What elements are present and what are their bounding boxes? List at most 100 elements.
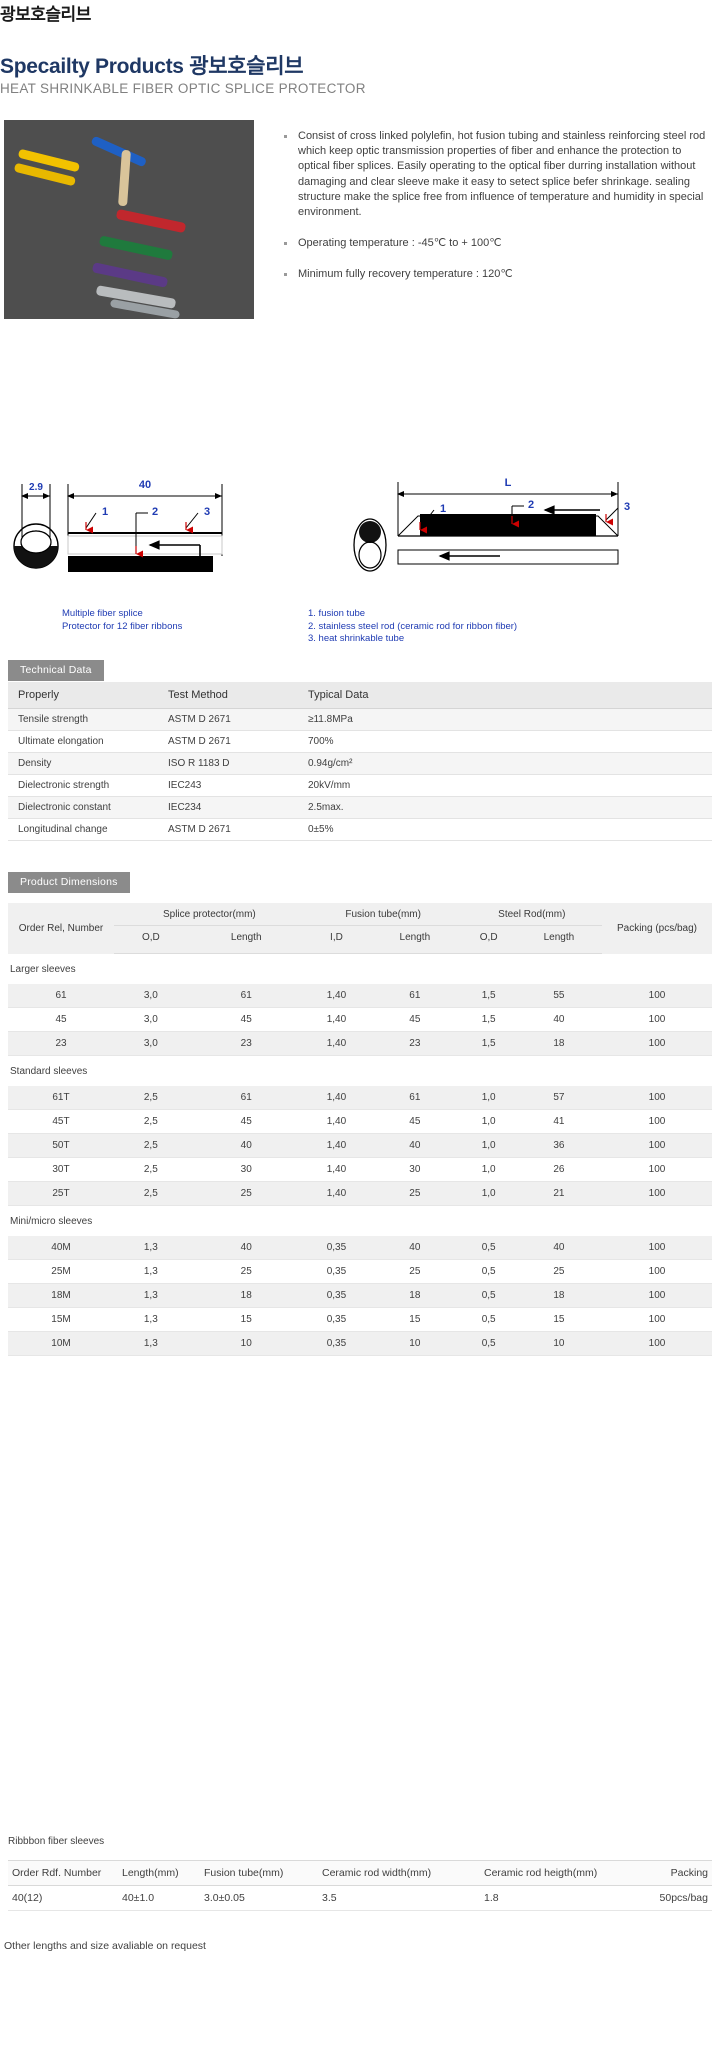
cell-property: Dielectronic strength: [18, 780, 110, 791]
cell-packing: 100: [602, 1007, 712, 1032]
cell-splice-length: 45: [187, 1109, 305, 1134]
group-header-row: Mini/micro sleeves: [8, 1205, 712, 1236]
column-header-steel-od: O,D: [461, 925, 516, 954]
table-row: 40(12) 40±1.0 3.0±0.05 3.5 1.8 50pcs/bag: [8, 1885, 712, 1911]
cell-fusion-length: 45: [368, 1109, 462, 1134]
cell-packing: 100: [602, 984, 712, 1008]
ribbon-sleeves-label: Ribbbon fiber sleeves: [8, 1836, 105, 1847]
list-item: Operating temperature : -45℃ to + 100℃: [282, 236, 712, 251]
cell-splice-length: 40: [187, 1133, 305, 1158]
ribbon-table-body: 40(12) 40±1.0 3.0±0.05 3.5 1.8 50pcs/bag: [8, 1885, 712, 1911]
cell-fusion-length: 30: [368, 1157, 462, 1182]
cell-splice-od: 2,5: [114, 1086, 188, 1110]
cell-typical-data: 0.94g/cm²: [308, 758, 353, 769]
cell-packing: 100: [602, 1307, 712, 1332]
cell-splice-length: 25: [187, 1181, 305, 1206]
cell-order-ref: 10M: [8, 1331, 114, 1356]
cell-splice-length: 15: [187, 1307, 305, 1332]
cell-order-ref: 50T: [8, 1133, 114, 1158]
cell-property: Tensile strength: [18, 714, 89, 725]
cell-steel-od: 0,5: [461, 1236, 516, 1260]
table-row: 10M 1,3 10 0,35 10 0,5 10 100: [8, 1331, 712, 1356]
ribbon-fiber-sleeves-table: Order Rdf. Number Length(mm) Fusion tube…: [8, 1860, 712, 1911]
cell-splice-od: 1,3: [114, 1283, 188, 1308]
cell-fusion-id: 1,40: [304, 1133, 369, 1158]
cell-steel-od: 1,0: [461, 1181, 516, 1206]
cell-order-ref: 45T: [8, 1109, 114, 1134]
cell-test-method: IEC234: [168, 802, 202, 813]
cell-test-method: ASTM D 2671: [168, 714, 231, 725]
cell-fusion-id: 1,40: [304, 1109, 369, 1134]
table-row: 45T 2,5 45 1,40 45 1,0 41 100: [8, 1109, 712, 1134]
cell-splice-length: 25: [187, 1259, 305, 1284]
cell-order-ref: 30T: [8, 1157, 114, 1182]
callout-1: 1: [440, 503, 446, 515]
column-header-order-rdf: Order Rdf. Number: [8, 1860, 118, 1886]
ribbon-table-wrap: Order Rdf. Number Length(mm) Fusion tube…: [8, 1860, 712, 1911]
footnote-text: Other lengths and size avaliable on requ…: [4, 1940, 206, 1952]
cell-packing: 100: [602, 1086, 712, 1110]
cell-test-method: ASTM D 2671: [168, 824, 231, 835]
cell-fusion-id: 1,40: [304, 1007, 369, 1032]
cell-typical-data: 2.5max.: [308, 802, 344, 813]
table-row: Density ISO R 1183 D 0.94g/cm²: [8, 752, 712, 775]
cell-splice-length: 45: [187, 1007, 305, 1032]
cell-fusion-length: 18: [368, 1283, 462, 1308]
group-header-row: Larger sleeves: [8, 953, 712, 984]
cell-packing: 50pcs/bag: [640, 1885, 712, 1911]
table-row: 40M 1,3 40 0,35 40 0,5 40 100: [8, 1236, 712, 1260]
cell-fusion-length: 61: [368, 984, 462, 1008]
cell-fusion-id: 0,35: [304, 1331, 369, 1356]
cell-splice-length: 10: [187, 1331, 305, 1356]
cell-fusion-id: 1,40: [304, 1031, 369, 1056]
cell-order-ref: 61: [8, 984, 114, 1008]
cell-splice-od: 2,5: [114, 1181, 188, 1206]
cell-fusion-id: 1,40: [304, 1181, 369, 1206]
cell-packing: 100: [602, 1283, 712, 1308]
column-header-splice-length: Length: [187, 925, 305, 954]
callout-3: 3: [204, 506, 210, 518]
product-page: 광보호슬리브 Specailty Products 광보호슬리브 HEAT SH…: [0, 0, 720, 2071]
callout-2: 2: [528, 499, 534, 511]
table-row: 25T 2,5 25 1,40 25 1,0 21 100: [8, 1181, 712, 1206]
cell-fusion-id: 0,35: [304, 1259, 369, 1284]
cell-packing: 100: [602, 1157, 712, 1182]
callout-1: 1: [102, 506, 108, 518]
table-row: 61 3,0 61 1,40 61 1,5 55 100: [8, 984, 712, 1008]
cell-steel-length: 15: [515, 1307, 602, 1332]
cell-fusion-id: 1,40: [304, 1157, 369, 1182]
cell-splice-length: 23: [187, 1031, 305, 1056]
table-row: 18M 1,3 18 0,35 18 0,5 18 100: [8, 1283, 712, 1308]
cell-steel-length: 40: [515, 1007, 602, 1032]
cell-fusion-length: 40: [368, 1236, 462, 1260]
cell-fusion-id: 0,35: [304, 1307, 369, 1332]
cell-fusion-length: 45: [368, 1007, 462, 1032]
column-header-ceramic-rod-height: Ceramic rod heigth(mm): [480, 1860, 640, 1886]
cell-order-ref: 23: [8, 1031, 114, 1056]
cell-property: Ultimate elongation: [18, 736, 104, 747]
dim-label-40: 40: [139, 479, 151, 491]
product-photo-illustration: [4, 120, 254, 319]
cell-splice-od: 2,5: [114, 1157, 188, 1182]
cell-fusion-tube: 3.0±0.05: [200, 1885, 318, 1911]
cell-splice-length: 18: [187, 1283, 305, 1308]
cell-steel-od: 1,5: [461, 984, 516, 1008]
table-row: Dielectronic strength IEC243 20kV/mm: [8, 774, 712, 797]
technical-data-table-wrap: Properly Test Method Typical Data Tensil…: [8, 682, 712, 841]
product-photo: [4, 120, 254, 319]
right-diagram-legend: 1. fusion tube 2. stainless steel rod (c…: [308, 608, 518, 644]
cell-splice-od: 2,5: [114, 1133, 188, 1158]
cell-fusion-length: 23: [368, 1031, 462, 1056]
cell-test-method: IEC243: [168, 780, 202, 791]
cell-typical-data: 0±5%: [308, 824, 334, 835]
table-row: 50T 2,5 40 1,40 40 1,0 36 100: [8, 1133, 712, 1158]
column-header-property: Properly: [8, 682, 158, 709]
page-subtitle: HEAT SHRINKABLE FIBER OPTIC SPLICE PROTE…: [0, 81, 366, 96]
cell-packing: 100: [602, 1236, 712, 1260]
cell-steel-od: 0,5: [461, 1331, 516, 1356]
page-title: Specailty Products 광보호슬리브: [0, 55, 304, 78]
cell-typical-data: ≥11.8MPa: [308, 714, 353, 725]
cell-splice-od: 2,5: [114, 1109, 188, 1134]
cell-steel-od: 1,5: [461, 1007, 516, 1032]
cell-fusion-id: 0,35: [304, 1236, 369, 1260]
